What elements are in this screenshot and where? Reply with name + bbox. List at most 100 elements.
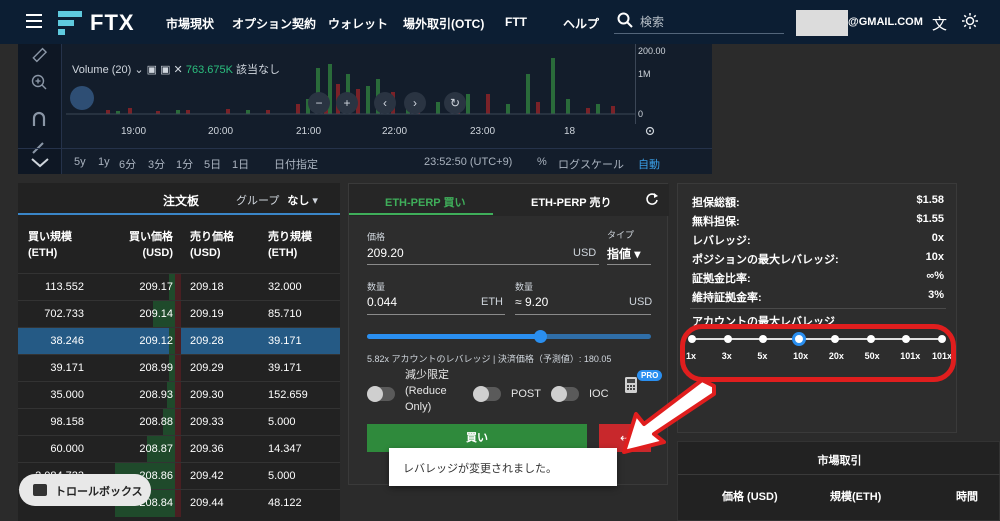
qty-usd-input[interactable]: ≈ 9.20 (515, 295, 548, 309)
nav-options[interactable]: オプション契約 (232, 15, 316, 32)
ruler-icon[interactable] (30, 46, 48, 64)
magnet-icon[interactable] (30, 110, 48, 128)
bid-size: 35.000 (50, 389, 84, 401)
order-type-value: 指値 (607, 247, 632, 261)
range-6min[interactable]: 6分 (119, 156, 136, 172)
order-book-row[interactable]: 702.733 209.14 209.19 85.710 (18, 300, 340, 328)
order-book-row[interactable]: 113.552 209.17 209.18 32.000 (18, 273, 340, 301)
ask-price: 209.36 (190, 443, 224, 455)
bid-price: 209.12 (139, 335, 173, 347)
ioc-toggle[interactable] (551, 386, 579, 402)
position-max-leverage-row: ポジションの最大レバレッジ: 10x (692, 251, 944, 267)
ask-size: 152.659 (268, 389, 308, 401)
date-range-button[interactable]: 日付指定 (274, 156, 318, 172)
chart-clock: 23:52:50 (UTC+9) (424, 156, 513, 168)
account-email[interactable]: @GMAIL.COM (848, 16, 923, 28)
range-1min[interactable]: 1分 (176, 156, 193, 172)
zoom-in-button[interactable]: + (336, 92, 358, 114)
range-1y[interactable]: 1y (98, 156, 110, 168)
ask-price: 209.33 (190, 416, 224, 428)
volume-value: 763.675K (185, 64, 233, 76)
search-input[interactable]: 検索 (640, 13, 664, 30)
auto-scale-toggle[interactable]: 自動 (638, 156, 660, 172)
time-label: 23:00 (470, 126, 496, 137)
menu-icon[interactable] (26, 14, 42, 28)
ask-price: 209.28 (190, 335, 224, 347)
ask-depth-bar (175, 463, 181, 490)
free-collateral-value: $1.55 (916, 213, 944, 225)
price-input[interactable]: 209.20 (367, 246, 404, 260)
chart-range-bar: 5y 1y 6分 3分 1分 5日 1日 日付指定 23:52:50 (UTC+… (18, 148, 712, 174)
size-slider-knob[interactable] (534, 330, 548, 343)
tab-sell[interactable]: ETH-PERP 売り (531, 194, 611, 210)
tab-buy[interactable]: ETH-PERP 買い (385, 194, 465, 210)
percent-toggle[interactable]: % (537, 156, 547, 168)
order-book-row[interactable]: 38.246 209.12 209.28 39.171 (18, 327, 340, 355)
type-underline (607, 264, 651, 265)
ask-size: 48.122 (268, 497, 302, 509)
market-trades-title: 市場取引 (817, 455, 862, 467)
price-chart[interactable]: Volume (20) ⌄ ▣ ▣ ✕ 763.675K 該当なし − + ‹ … (18, 44, 712, 174)
zoom-in-icon[interactable] (30, 73, 48, 91)
type-label: タイプ (607, 230, 635, 240)
scroll-left-button[interactable]: ‹ (374, 92, 396, 114)
tradingview-icon[interactable] (70, 86, 94, 110)
qty-eth-input[interactable]: 0.044 (367, 295, 397, 309)
ask-size: 5.000 (268, 470, 296, 482)
ftx-logo-icon (58, 11, 84, 35)
search-underline (614, 33, 784, 34)
bid-price: 208.87 (139, 443, 173, 455)
order-book-row[interactable]: 35.000 208.93 209.30 152.659 (18, 381, 340, 409)
size-slider[interactable] (367, 330, 651, 343)
nav-otc[interactable]: 場外取引(OTC) (403, 15, 484, 32)
ask-depth-bar (175, 409, 181, 436)
reduce-only-toggle[interactable] (367, 386, 395, 402)
chart-settings-icon[interactable] (644, 125, 656, 137)
order-book-row[interactable]: 60.000 208.87 209.36 14.347 (18, 435, 340, 463)
language-icon[interactable]: 文 (932, 13, 947, 34)
range-5y[interactable]: 5y (74, 156, 86, 168)
range-5d[interactable]: 5日 (204, 156, 221, 172)
scroll-right-button[interactable]: › (404, 92, 426, 114)
nav-ftt[interactable]: FTT (505, 15, 527, 29)
margin-ratio-row: 証拠金比率: ∞% (692, 270, 944, 286)
order-type-select[interactable]: 指値 ▾ (607, 245, 640, 262)
col-bid-price-label: 買い価格 (129, 231, 173, 243)
group-selector[interactable]: グループ なし ▾ (236, 192, 318, 208)
ask-price: 209.29 (190, 362, 224, 374)
bid-price: 208.88 (139, 416, 173, 428)
zoom-out-button[interactable]: − (308, 92, 330, 114)
search-icon[interactable] (617, 12, 633, 28)
col-bid-price-unit: (USD) (142, 247, 173, 259)
nav-help[interactable]: ヘルプ (563, 15, 599, 32)
reset-chart-button[interactable]: ↻ (444, 92, 466, 114)
trollbox-label: トロールボックス (55, 486, 143, 498)
logo[interactable]: FTX (58, 10, 135, 36)
qty-eth-unit: ETH (481, 296, 503, 308)
leverage-info: 5.82x アカウントのレバレッジ | 決済価格（予測値）: 180.05 (367, 354, 612, 364)
range-1d[interactable]: 1日 (232, 156, 249, 172)
log-scale-toggle[interactable]: ログスケール (558, 156, 624, 172)
post-only-toggle[interactable] (473, 386, 501, 402)
range-3min[interactable]: 3分 (148, 156, 165, 172)
ask-price: 209.30 (190, 389, 224, 401)
order-book-row[interactable]: 98.158 208.88 209.33 5.000 (18, 408, 340, 436)
ask-depth-bar (175, 490, 181, 517)
trollbox-button[interactable]: トロールボックス (19, 474, 151, 506)
volume-indicator[interactable]: Volume (20) ⌄ ▣ ▣ ✕ 763.675K 該当なし (72, 61, 280, 77)
theme-toggle-icon[interactable] (962, 13, 978, 29)
nav-wallet[interactable]: ウォレット (328, 15, 388, 32)
margin-ratio-label: 証拠金比率: (692, 273, 751, 285)
order-book-row[interactable]: 39.171 208.99 209.29 39.171 (18, 354, 340, 382)
maintenance-margin-label: 維持証拠金率: (692, 292, 762, 304)
nav-markets[interactable]: 市場現状 (166, 15, 214, 32)
refresh-icon[interactable] (645, 192, 659, 206)
ioc-label: IOC (589, 388, 609, 400)
volume-label: Volume (20) (72, 64, 132, 76)
col-trade-price: 価格 (USD) (722, 491, 778, 503)
qty-usd-underline (515, 314, 651, 315)
col-ask-price-label: 売り価格 (190, 231, 234, 243)
margin-ratio-value: ∞% (926, 270, 944, 282)
total-collateral-row: 担保総額: $1.58 (692, 194, 944, 210)
top-bar: FTX 市場現状 オプション契約 ウォレット 場外取引(OTC) FTT ヘルプ… (0, 0, 1000, 44)
